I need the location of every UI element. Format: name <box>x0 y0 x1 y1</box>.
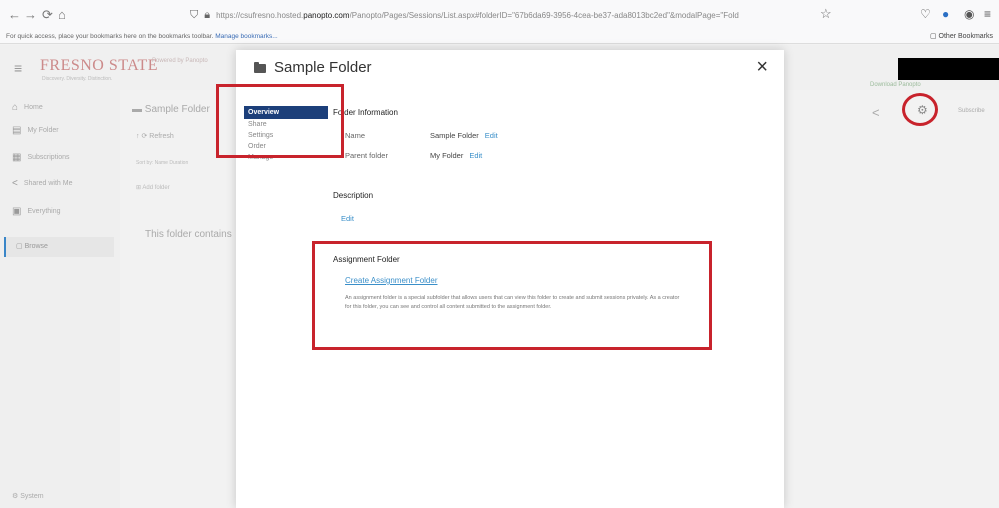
name-label: Name <box>345 131 366 140</box>
background-folder-title: ▬ Sample Folder <box>132 104 210 115</box>
add-folder-button[interactable]: ⊞ Add folder <box>136 184 170 191</box>
sidebar-item-label: Home <box>24 104 43 111</box>
url-domain: panopto.com <box>303 10 350 20</box>
name-value: Sample Folder Edit <box>430 131 498 140</box>
home-icon: ⌂ <box>12 102 19 113</box>
share-icon[interactable]: < <box>872 105 880 120</box>
sidebar-item-shared[interactable]: < Shared with Me <box>12 178 72 189</box>
fresno-state-logo: FRESNO STATE <box>40 57 159 74</box>
close-icon[interactable]: × <box>756 56 768 78</box>
extension-2-icon[interactable]: ◉ <box>964 7 974 21</box>
subscribe-button[interactable]: Subscribe <box>958 108 985 114</box>
gear-icon: ⚙ <box>12 493 21 500</box>
bookmark-star-icon[interactable]: ☆ <box>820 6 832 22</box>
sidebar-item-browse[interactable]: ▢ Browse <box>4 237 114 257</box>
sidebar-item-system[interactable]: ⚙ System <box>12 492 44 500</box>
browser-toolbar: ← → ⟳ ⌂ ⛉ 🔒︎ https://csufresno.hosted. pa… <box>0 0 999 30</box>
other-bookmarks-label: Other Bookmarks <box>938 33 993 40</box>
lock-icon: 🔒︎ <box>204 8 211 21</box>
sidebar-item-everything[interactable]: ▣ Everything <box>12 206 61 217</box>
annotation-gear-highlight <box>902 93 938 126</box>
bookmarks-toolbar: For quick access, place your bookmarks h… <box>0 30 999 44</box>
add-folder-label: Add folder <box>142 185 170 191</box>
parent-folder-value: My Folder Edit <box>430 151 482 160</box>
menu-icon[interactable]: ≡ <box>984 7 991 21</box>
bookmarks-hint: For quick access, place your bookmarks h… <box>6 33 214 40</box>
panopto-logo: Powered by Panopto <box>152 58 208 64</box>
home-icon[interactable]: ⌂ <box>58 7 66 22</box>
sort-options[interactable]: Sort by: Name Duration <box>136 160 188 166</box>
empty-folder-text: This folder contains <box>145 229 232 240</box>
sidebar-item-label: Subscriptions <box>27 154 70 161</box>
edit-parent-link[interactable]: Edit <box>469 151 482 160</box>
annotation-nav-highlight <box>216 84 344 158</box>
sidebar-item-label: Browse <box>24 243 48 250</box>
sidebar-item-label: Everything <box>27 208 61 215</box>
parent-folder-text: My Folder <box>430 151 464 160</box>
other-bookmarks[interactable]: ▢ Other Bookmarks <box>930 30 993 43</box>
sidebar-item-label: Shared with Me <box>23 180 73 187</box>
modal-title-text: Sample Folder <box>274 59 372 76</box>
sidebar-item-subscriptions[interactable]: ▦ Subscriptions <box>12 152 69 163</box>
annotation-assignment-highlight <box>312 241 712 350</box>
edit-name-link[interactable]: Edit <box>485 131 498 140</box>
pocket-icon[interactable]: ♡ <box>920 7 931 21</box>
manage-bookmarks-link[interactable]: Manage bookmarks... <box>215 33 278 40</box>
url-suffix: /Panopto/Pages/Sessions/List.aspx#folder… <box>349 10 739 20</box>
download-panopto-link[interactable]: Download Panopto <box>870 82 921 88</box>
redacted-box <box>898 58 999 80</box>
description-heading: Description <box>333 191 374 200</box>
folder-icon <box>254 62 266 73</box>
shield-icon: ⛉ <box>190 8 199 21</box>
name-value-text: Sample Folder <box>430 131 479 140</box>
sidebar-item-my-folder[interactable]: ▤ My Folder <box>12 125 59 136</box>
sidebar-item-label: My Folder <box>27 127 59 134</box>
forward-icon[interactable]: → <box>24 7 37 22</box>
parent-folder-label: Parent folder <box>345 151 388 160</box>
everything-icon: ▣ <box>12 206 22 217</box>
url-bar[interactable]: ⛉ 🔒︎ https://csufresno.hosted. panopto.co… <box>190 5 830 25</box>
sidebar-item-home[interactable]: ⌂ Home <box>12 102 43 113</box>
background-folder-title-text: Sample Folder <box>144 104 210 115</box>
url-prefix: https://csufresno.hosted. <box>216 10 304 20</box>
hamburger-icon[interactable]: ≡ <box>14 60 22 76</box>
refresh-label: Refresh <box>149 133 174 140</box>
modal-title: Sample Folder <box>254 59 372 76</box>
logo-tagline: Discovery. Diversity. Distinction. <box>42 76 113 82</box>
share-icon: < <box>12 178 18 189</box>
folder-icon: ▤ <box>12 125 22 136</box>
back-icon[interactable]: ← <box>8 7 21 22</box>
subscriptions-icon: ▦ <box>12 152 22 163</box>
edit-description-link[interactable]: Edit <box>341 214 354 223</box>
sidebar-item-label: System <box>20 493 44 500</box>
browse-icon: ▢ <box>16 243 25 250</box>
refresh-button[interactable]: ↑ ⟳ Refresh <box>136 132 174 140</box>
extension-icon[interactable]: ● <box>942 7 949 21</box>
reload-icon[interactable]: ⟳ <box>42 7 53 23</box>
